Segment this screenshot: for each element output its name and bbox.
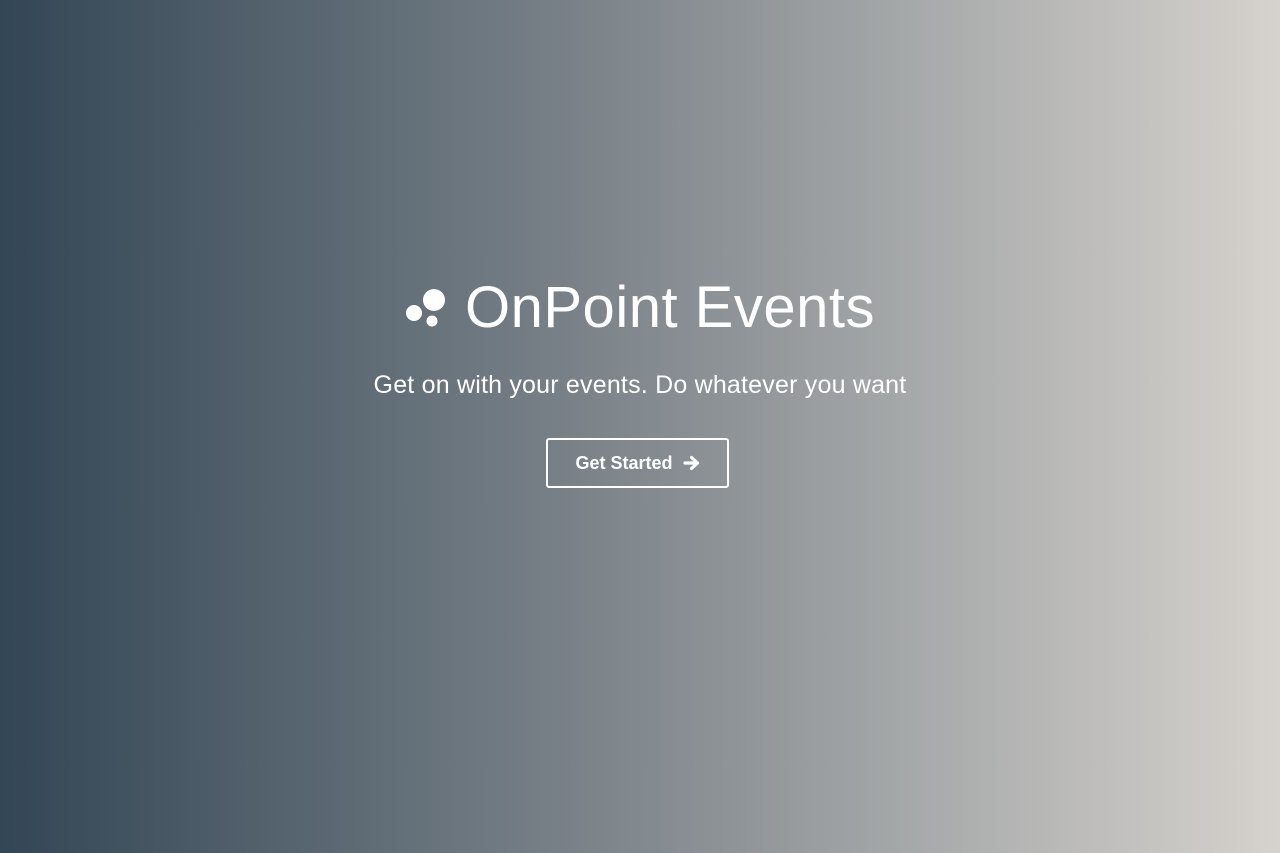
get-started-label: Get Started: [575, 452, 673, 473]
get-started-button[interactable]: Get Started: [546, 438, 729, 488]
brand-header: OnPoint Events: [0, 276, 1280, 340]
arrow-right-icon: [682, 455, 699, 471]
bubbles-icon: [406, 289, 445, 327]
hero-section: OnPoint Events Get on with your events. …: [0, 0, 1280, 853]
page-title: OnPoint Events: [465, 275, 875, 340]
hero-tagline: Get on with your events. Do whatever you…: [373, 371, 907, 399]
